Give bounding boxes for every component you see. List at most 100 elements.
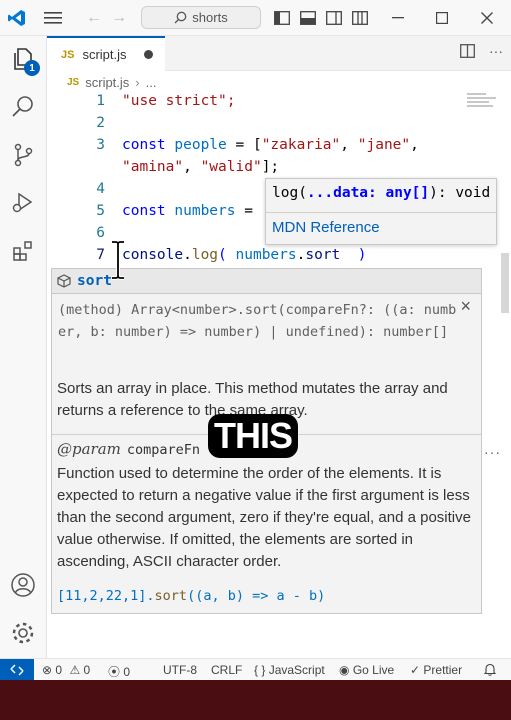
identifier-token: numbers	[174, 203, 236, 219]
activity-bar: 1	[0, 36, 47, 658]
settings-gear-icon[interactable]	[8, 618, 38, 648]
menu-icon[interactable]	[44, 8, 62, 28]
braces-icon: { }	[254, 663, 266, 677]
go-live-label: Go Live	[352, 663, 395, 677]
breadcrumb-separator-icon: ›	[135, 74, 140, 90]
more-dots-icon[interactable]: ···	[484, 444, 501, 460]
text-cursor-icon	[112, 240, 124, 280]
js-file-icon: JS	[61, 48, 75, 61]
notifications-bell-icon[interactable]	[483, 663, 497, 679]
accounts-icon[interactable]	[8, 570, 38, 600]
js-file-icon: JS	[67, 76, 80, 88]
line-number: 5	[96, 203, 105, 219]
string-token: "jane"	[357, 137, 411, 153]
line-number: 4	[96, 181, 105, 197]
string-token: "walid"	[200, 159, 262, 175]
minimize-icon[interactable]	[392, 8, 404, 28]
warning-count: 0	[83, 663, 91, 677]
search-icon	[174, 11, 187, 24]
operator-token: = [	[226, 137, 262, 153]
signature-prefix: log(	[272, 185, 307, 201]
minimap[interactable]	[467, 93, 499, 113]
line-number: 2	[96, 115, 105, 131]
split-editor-icon[interactable]	[460, 44, 475, 62]
command-center-search[interactable]: shorts	[141, 6, 261, 29]
tab-script-js[interactable]: JS script.js	[47, 36, 165, 71]
line-number: 3	[96, 137, 105, 153]
title-bar: ← → shorts	[0, 0, 511, 36]
suggestion-label: sort	[77, 273, 112, 289]
code-line-7: console.log( numbers.sort )	[122, 247, 366, 263]
punct-token: .	[183, 247, 192, 263]
identifier-token: numbers	[235, 247, 297, 263]
code-line-5: const numbers = [	[122, 203, 270, 219]
param-tag: @param	[57, 440, 121, 458]
param-heading: @param compareFn	[57, 440, 200, 458]
go-live-icon: ◉	[339, 663, 350, 677]
problems-indicator[interactable]: ⊗ 0 ⚠ 0	[42, 663, 90, 677]
toggle-secondary-sidebar-icon[interactable]	[326, 8, 342, 28]
warning-icon: ⚠	[69, 663, 81, 677]
explorer-icon[interactable]: 1	[8, 44, 40, 76]
property-token: sort	[305, 247, 341, 263]
status-bar: ⊗ 0 ⚠ 0 ⦿ 0 UTF-8 CRLF { } JavaScript ◉ …	[0, 658, 511, 681]
example-method: sort	[154, 588, 188, 604]
eol-status[interactable]: CRLF	[211, 663, 242, 677]
keyword-token: const	[122, 137, 166, 153]
code-line-3-wrap: "amina", "walid"];	[122, 159, 279, 175]
object-token: console	[122, 247, 184, 263]
unsaved-dot-icon[interactable]	[144, 50, 153, 59]
example-array: [11,2,22,1]	[57, 588, 147, 604]
string-token: "use strict";	[122, 93, 236, 109]
editor-scrollbar[interactable]	[499, 93, 511, 658]
command-center-text: shorts	[192, 10, 228, 25]
divider	[266, 212, 496, 213]
editor-tabs: JS script.js ···	[47, 36, 511, 71]
more-actions-icon[interactable]: ···	[489, 44, 503, 62]
error-count: 0	[55, 663, 63, 677]
ports-count: 0	[123, 665, 131, 679]
line-number: 1	[96, 93, 105, 109]
param-name: compareFn	[126, 442, 201, 458]
close-window-icon[interactable]	[481, 8, 493, 28]
string-token: "zakaria"	[261, 137, 341, 153]
paren-token: (	[218, 247, 236, 263]
forward-arrow-icon[interactable]: →	[111, 8, 127, 28]
maximize-icon[interactable]	[436, 8, 448, 28]
encoding-status[interactable]: UTF-8	[163, 663, 197, 677]
bottom-bar	[0, 680, 511, 720]
extensions-icon[interactable]	[8, 236, 38, 266]
prettier-status[interactable]: ✓ Prettier	[410, 663, 462, 677]
identifier-token: people	[174, 137, 227, 153]
signature-active-param: ...data: any[]	[306, 185, 430, 201]
back-arrow-icon[interactable]: ←	[86, 8, 102, 28]
source-control-icon[interactable]	[8, 140, 38, 170]
example-code: [11,2,22,1].sort((a, b) => a - b)	[57, 588, 325, 604]
example-args: ((a, b) => a - b)	[187, 588, 326, 604]
video-caption: THIS	[208, 414, 299, 458]
function-token: log	[191, 247, 219, 263]
toggle-primary-sidebar-icon[interactable]	[274, 8, 290, 28]
mdn-reference-link[interactable]: MDN Reference	[272, 219, 380, 236]
signature-text: log(...data: any[]): void	[272, 185, 490, 201]
explorer-badge: 1	[24, 60, 40, 76]
tab-label: script.js	[82, 47, 127, 62]
punct-token: ,	[183, 159, 201, 175]
customize-layout-icon[interactable]	[352, 8, 368, 28]
ports-indicator[interactable]: ⦿ 0	[108, 663, 130, 680]
scrollbar-thumb[interactable]	[501, 253, 509, 313]
punct-token: ,	[410, 137, 419, 153]
signature-suffix: ): void	[429, 185, 491, 201]
run-debug-icon[interactable]	[8, 188, 38, 218]
paren-token: )	[340, 247, 367, 263]
go-live-button[interactable]: ◉ Go Live	[339, 663, 394, 677]
toggle-panel-icon[interactable]	[300, 8, 316, 28]
method-signature: (method) Array<number>.sort(compareFn?: …	[58, 302, 457, 340]
search-view-icon[interactable]	[8, 92, 38, 122]
close-details-icon[interactable]: ×	[460, 296, 471, 317]
breadcrumb-more[interactable]: ...	[146, 75, 157, 90]
language-status[interactable]: { } JavaScript	[254, 663, 325, 677]
remote-indicator-icon[interactable]	[0, 659, 34, 681]
breadcrumb-file[interactable]: script.js	[85, 75, 129, 90]
check-double-icon: ✓	[410, 663, 421, 677]
